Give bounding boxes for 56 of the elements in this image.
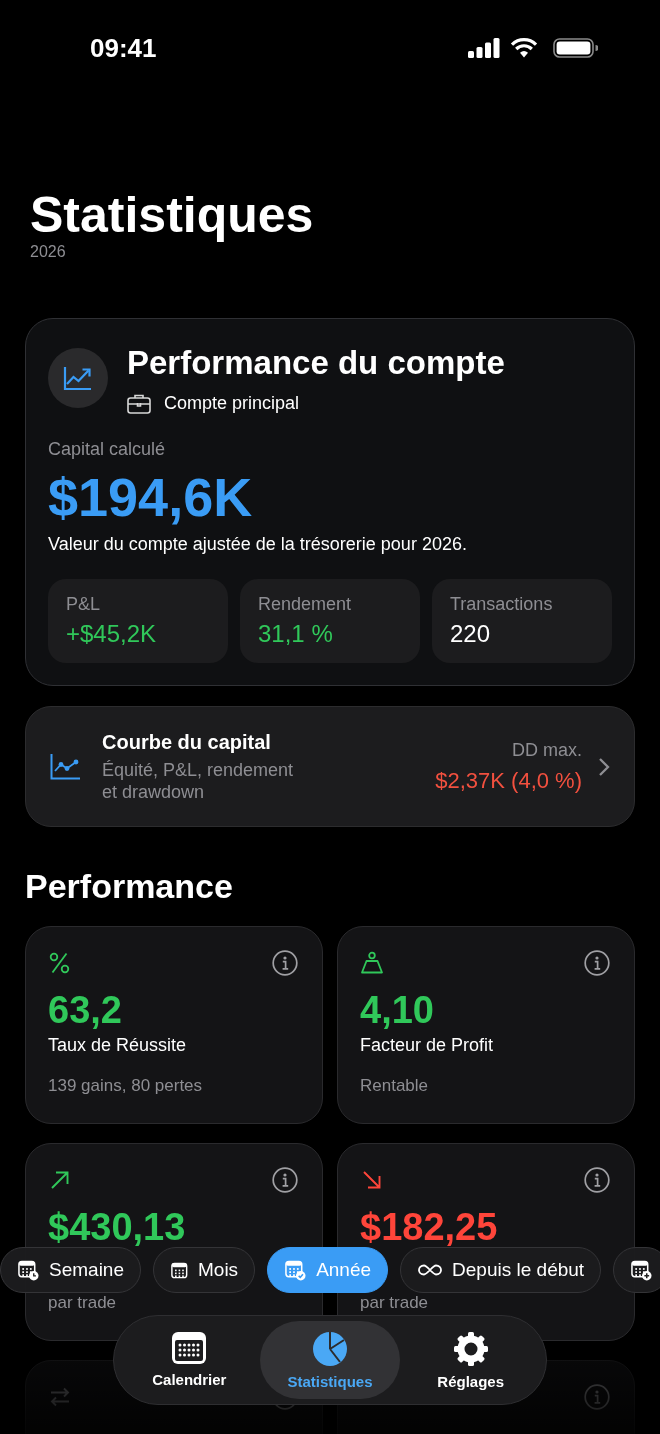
max-drawdown-value: $2,37K (4,0 %) <box>435 766 582 795</box>
line-chart-icon <box>50 753 81 780</box>
tab-item[interactable]: Calendrier <box>119 1321 260 1399</box>
pie-chart-icon <box>313 1332 347 1366</box>
metric-value: $430,13 <box>48 1205 186 1249</box>
infinity-icon <box>418 1264 443 1276</box>
calendar-plus-icon <box>631 1259 653 1281</box>
trend-chart-icon <box>48 348 108 408</box>
info-icon[interactable] <box>584 1167 610 1193</box>
metric-value: 4,10 <box>360 988 434 1032</box>
tab-item[interactable]: Réglages <box>400 1321 541 1399</box>
metric-value: 63,2 <box>48 988 122 1032</box>
metric-note: 139 gains, 80 pertes <box>48 1076 203 1096</box>
info-icon[interactable] <box>272 1167 298 1193</box>
percent-icon <box>48 951 72 975</box>
metric-label: Taux de Réussite <box>48 1034 187 1056</box>
calendar-check-icon <box>285 1259 307 1281</box>
capital-description: Valeur du compte ajustée de la trésorerie pour 2026. <box>48 533 467 555</box>
wifi-icon <box>510 38 538 58</box>
metric-note: par trade <box>360 1293 429 1313</box>
max-drawdown-label: DD max. <box>512 738 582 761</box>
calendar-clock-icon <box>18 1259 39 1281</box>
account-name: Compte principal <box>164 392 300 414</box>
stat-label: Rendement <box>258 593 352 615</box>
info-icon[interactable] <box>584 950 610 976</box>
stat-value: 31,1 % <box>258 620 333 648</box>
metric-label: Facteur de Profit <box>360 1034 494 1056</box>
page-subtitle: 2026 <box>30 243 66 261</box>
stat-label: Transactions <box>450 593 553 615</box>
equity-curve-card[interactable]: Courbe du capital Équité, P&L, rendement et drawdown DD max. $2,37K (4,0 %) <box>25 706 635 827</box>
stat-value: 220 <box>450 620 491 648</box>
metric-note: Rentable <box>360 1076 429 1096</box>
section-title: Performance <box>25 866 233 906</box>
stat-value: +$45,2K <box>66 620 157 648</box>
filter-chip[interactable]: Mois <box>153 1247 256 1293</box>
weight-icon <box>360 951 384 975</box>
status-time: 09:41 <box>90 33 157 63</box>
capital-value: $194,6K <box>48 467 253 527</box>
equity-curve-subtitle: Équité, P&L, rendement et drawdown <box>102 758 295 803</box>
chevron-right-icon <box>598 756 610 777</box>
settings-icon <box>453 1332 488 1366</box>
tab-item[interactable]: Statistiques <box>259 1321 401 1399</box>
filter-chip[interactable]: Depuis le début <box>400 1247 602 1293</box>
card-title: Performance du compte <box>127 344 505 382</box>
briefcase-icon <box>127 392 151 414</box>
capital-label: Capital calculé <box>48 438 166 460</box>
filter-chip[interactable]: Semaine <box>0 1247 141 1293</box>
equity-curve-title: Courbe du capital <box>102 730 271 753</box>
calendar-icon <box>171 1261 188 1279</box>
signal-icon <box>468 38 500 58</box>
calendar-icon <box>172 1332 207 1364</box>
stat-label: P&L <box>66 593 101 615</box>
metric-value: $182,25 <box>360 1205 498 1249</box>
info-icon[interactable] <box>272 950 298 976</box>
battery-icon <box>553 38 598 58</box>
metric-note: par trade <box>48 1293 117 1313</box>
